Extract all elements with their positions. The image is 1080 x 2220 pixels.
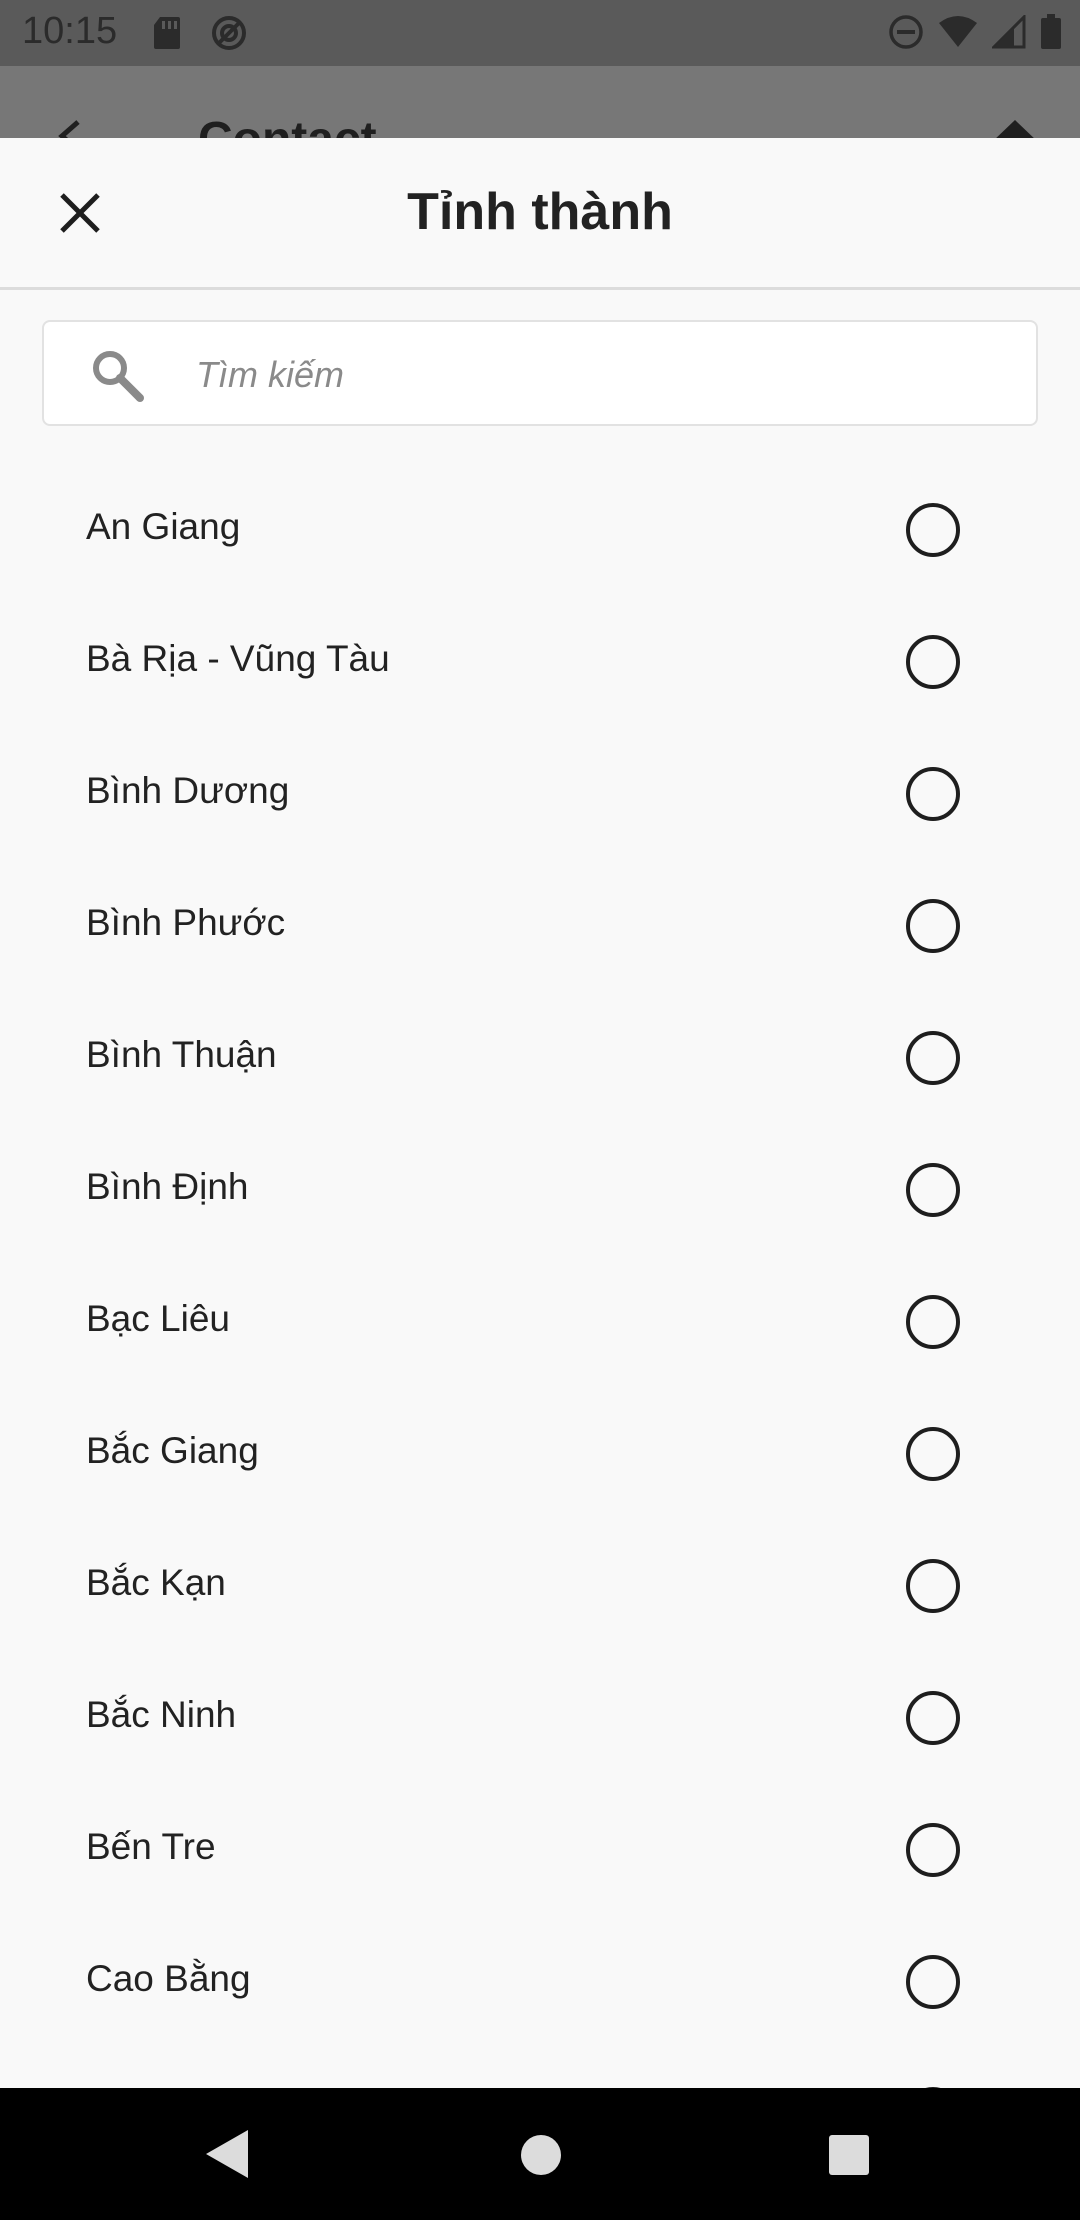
province-label: Bến Tre: [86, 1826, 216, 1867]
dnd-icon: [888, 14, 924, 55]
province-label: An Giang: [86, 506, 241, 547]
province-item[interactable]: Cao Bằng: [0, 1915, 1080, 2047]
radio-button[interactable]: [906, 1427, 960, 1481]
radio-button[interactable]: [906, 503, 960, 557]
province-label: Bắc Ninh: [86, 1694, 237, 1735]
radio-button[interactable]: [906, 767, 960, 821]
status-bar: 10:15: [0, 0, 1080, 66]
province-picker-sheet: Tỉnh thành An Giang Bà Rịa - Vũng Tàu Bì…: [0, 138, 1080, 2088]
province-item[interactable]: Bình Định: [0, 1123, 1080, 1255]
navigation-bar: [0, 2088, 1080, 2220]
radio-button[interactable]: [906, 1031, 960, 1085]
province-item[interactable]: [0, 2047, 1080, 2088]
province-item[interactable]: Bình Phước: [0, 859, 1080, 991]
status-time: 10:15: [22, 10, 118, 52]
province-list: An Giang Bà Rịa - Vũng Tàu Bình Dương Bì…: [0, 463, 1080, 2088]
province-item[interactable]: Bạc Liêu: [0, 1255, 1080, 1387]
nav-recents-button[interactable]: [828, 2134, 870, 2181]
sheet-title: Tỉnh thành: [407, 183, 673, 241]
province-item[interactable]: An Giang: [0, 463, 1080, 595]
search-input[interactable]: [194, 342, 1018, 408]
radio-button[interactable]: [906, 899, 960, 953]
status-icons-left: [152, 14, 248, 57]
home-icon: [521, 2135, 561, 2175]
province-item[interactable]: Bến Tre: [0, 1783, 1080, 1915]
recents-icon: [829, 2135, 869, 2175]
sd-card-icon: [152, 15, 182, 56]
search-box[interactable]: [42, 320, 1038, 426]
province-item[interactable]: Bình Thuận: [0, 991, 1080, 1123]
province-item[interactable]: Bà Rịa - Vũng Tàu: [0, 595, 1080, 727]
province-label: Bình Thuận: [86, 1034, 277, 1075]
back-icon: [206, 2130, 248, 2178]
radio-button[interactable]: [906, 1955, 960, 2009]
battery-icon: [1040, 14, 1062, 55]
radio-button[interactable]: [906, 1295, 960, 1349]
nav-home-button[interactable]: [520, 2134, 562, 2181]
radio-button[interactable]: [906, 1163, 960, 1217]
radio-button[interactable]: [906, 635, 960, 689]
province-label: Bình Định: [86, 1166, 249, 1207]
upload-icon: [990, 118, 1040, 138]
province-label: Bạc Liêu: [86, 1298, 230, 1339]
province-label: Cao Bằng: [86, 1958, 251, 1999]
province-item[interactable]: Bắc Giang: [0, 1387, 1080, 1519]
province-item[interactable]: Bình Dương: [0, 727, 1080, 859]
radio-button[interactable]: [906, 1691, 960, 1745]
background-app-header: Contact: [0, 66, 1080, 138]
province-item[interactable]: Bắc Ninh: [0, 1651, 1080, 1783]
province-label: Bà Rịa - Vũng Tàu: [86, 638, 390, 679]
background-page-title: Contact: [198, 112, 377, 138]
province-label: Bắc Kạn: [86, 1562, 226, 1603]
province-label: Bình Phước: [86, 902, 286, 943]
status-icons-right: [888, 13, 1062, 55]
signal-icon: [990, 13, 1026, 54]
screen: 10:15 Conta: [0, 0, 1080, 2220]
province-label: Bình Dương: [86, 770, 290, 811]
radio-button[interactable]: [906, 1823, 960, 1877]
search-icon: [90, 348, 144, 407]
province-label: Bắc Giang: [86, 1430, 259, 1471]
nav-back-button[interactable]: [204, 2128, 250, 2185]
back-arrow-icon: [52, 116, 92, 138]
sync-icon: [210, 14, 248, 57]
province-item[interactable]: Bắc Kạn: [0, 1519, 1080, 1651]
radio-button[interactable]: [906, 1559, 960, 1613]
sheet-header: Tỉnh thành: [0, 138, 1080, 290]
wifi-icon: [938, 15, 978, 54]
